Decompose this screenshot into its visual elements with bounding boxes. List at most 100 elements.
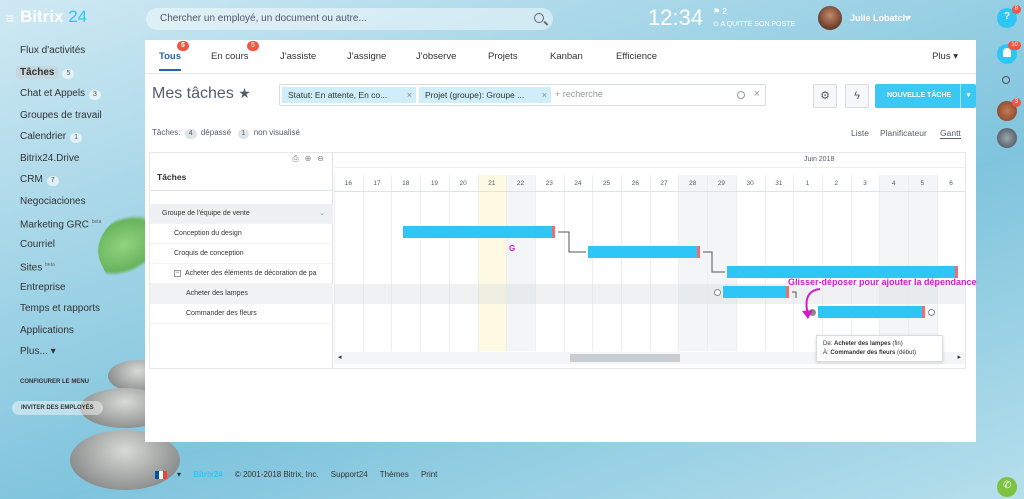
close-icon[interactable]: ×	[754, 88, 760, 100]
gantt-task-list: ⎙ ⊕ ⊖ Tâches Groupe de l'équipe de vente ⌄ …	[150, 153, 333, 368]
dependency-tooltip: De: Acheter des lampes (fin) À: Commande…	[816, 335, 943, 362]
search-icon[interactable]	[534, 13, 544, 23]
count-badge[interactable]: 1	[237, 129, 250, 139]
scroll-left-icon[interactable]: ◂	[338, 353, 342, 361]
app-logo[interactable]: Bitrix 24	[20, 7, 87, 27]
dependency-handle[interactable]	[714, 289, 721, 296]
themes-link[interactable]: Thèmes	[380, 470, 409, 479]
notification-badge: 10	[1008, 41, 1021, 50]
copyright-text: © 2001-2018 Bitrix, Inc.	[234, 470, 319, 479]
workday-status[interactable]: ⊙ A QUITTÉ SON POSTE	[713, 20, 795, 28]
sidebar-item-mail[interactable]: Courriel	[20, 234, 140, 256]
filter-search-box[interactable]: Statut: En attente, En co... × Projet (gr…	[279, 84, 766, 106]
sidebar-item-more[interactable]: Plus... ▾	[20, 341, 140, 363]
gantt-tools: ⎙ ⊕ ⊖	[286, 154, 324, 164]
chevron-down-icon[interactable]: ⌄	[319, 204, 325, 223]
global-search-input[interactable]: Chercher un employé, un document ou autr…	[146, 8, 553, 30]
count-badge: 3	[89, 90, 101, 100]
user-name[interactable]: Julie Lobatch	[850, 13, 908, 23]
search-icon[interactable]	[737, 91, 745, 99]
filter-chip-project[interactable]: Projet (groupe): Groupe ... ×	[419, 87, 551, 103]
filter-search-input[interactable]: + recherche	[555, 89, 603, 99]
scroll-right-icon[interactable]: ▸	[957, 353, 961, 361]
dependency-handle[interactable]	[928, 309, 935, 316]
gantt-column-header: Tâches	[150, 167, 333, 191]
tab-assisting[interactable]: J'assiste	[280, 51, 316, 62]
bell-icon[interactable]: 10	[997, 41, 1021, 64]
left-sidebar: Flux d'activités Tâches 5 Chat et Appels 3…	[16, 40, 140, 363]
search-icon[interactable]	[997, 72, 1017, 92]
gantt-task-row[interactable]: Commander des fleurs	[150, 304, 333, 324]
gantt-group-row[interactable]: Groupe de l'équipe de vente ⌄	[150, 204, 333, 224]
avatar[interactable]	[997, 128, 1017, 148]
sidebar-item-activity[interactable]: Flux d'activités	[20, 40, 140, 62]
sidebar-item-workgroups[interactable]: Groupes de travail	[20, 105, 140, 127]
task-counters: Tâches: 4 dépassé 1 non visualisé	[152, 128, 300, 139]
chevron-down-icon[interactable]: ▾	[907, 13, 911, 22]
print-link[interactable]: Print	[421, 470, 437, 479]
collapse-icon[interactable]: −	[174, 269, 181, 277]
gantt-task-row[interactable]: − Acheter des éléments de décoration de p…	[150, 264, 333, 284]
count-badge: 1	[70, 133, 83, 143]
user-avatar[interactable]	[818, 6, 842, 30]
count-badge[interactable]: 4	[184, 129, 197, 139]
gantt-task-row[interactable]: Acheter des lampes	[150, 284, 333, 304]
tab-projects[interactable]: Projets	[488, 51, 518, 62]
language-selector[interactable]: ▾	[155, 470, 181, 479]
count-badge: 5	[62, 68, 75, 79]
sidebar-item-crm[interactable]: CRM 7	[20, 169, 140, 191]
overdue-link[interactable]: dépassé	[201, 128, 231, 137]
chevron-down-icon[interactable]: ▾	[960, 84, 976, 108]
sidebar-item-applications[interactable]: Applications	[20, 320, 140, 342]
search-placeholder: Chercher un employé, un document ou autr…	[160, 13, 367, 24]
tab-all[interactable]: Tous 5	[159, 41, 189, 71]
gantt-task-row[interactable]: Croquis de conception	[150, 244, 333, 264]
clock[interactable]: 12:34	[648, 5, 703, 31]
count-badge: 7	[46, 176, 59, 186]
tab-assigned[interactable]: J'assigne	[347, 51, 386, 62]
sidebar-item-deals[interactable]: Negociaciones	[20, 191, 140, 213]
configure-menu-button[interactable]: CONFIGURER LE MENU	[20, 379, 89, 385]
gear-icon[interactable]: ⚙	[813, 84, 837, 108]
sidebar-item-sites[interactable]: Sites beta	[20, 255, 140, 277]
print-icon[interactable]: ⎙	[292, 154, 298, 163]
zoom-out-icon[interactable]: ⊖	[317, 154, 324, 163]
close-icon[interactable]: ×	[407, 87, 412, 103]
right-rail: ? 8 10 3 ✆	[990, 0, 1024, 499]
support-link[interactable]: Support24	[331, 470, 368, 479]
tab-in-progress[interactable]: En cours 5	[211, 41, 259, 62]
sidebar-item-tasks[interactable]: Tâches 5	[16, 62, 140, 84]
sidebar-item-chat[interactable]: Chat et Appels 3	[20, 83, 140, 105]
new-task-button[interactable]: NOUVELLE TÂCHE ▾	[875, 84, 976, 108]
tab-kanban[interactable]: Kanban	[550, 51, 583, 62]
gantt-task-row[interactable]: Conception du design	[150, 224, 333, 244]
zoom-in-icon[interactable]: ⊕	[305, 154, 312, 163]
scrollbar-thumb[interactable]	[570, 354, 680, 362]
notification-badge: 8	[1011, 5, 1021, 14]
avatar[interactable]: 3	[997, 98, 1021, 121]
hamburger-menu-icon[interactable]: ≡	[6, 10, 14, 26]
sidebar-item-marketing[interactable]: Marketing GRC beta	[20, 212, 140, 234]
sidebar-item-company[interactable]: Entreprise	[20, 277, 140, 299]
sidebar-item-calendar[interactable]: Calendrier 1	[20, 126, 140, 148]
view-planner[interactable]: Planificateur	[880, 128, 927, 138]
sidebar-item-time-reports[interactable]: Temps et rapports	[20, 298, 140, 320]
sidebar-item-drive[interactable]: Bitrix24.Drive	[20, 148, 140, 170]
tab-efficiency[interactable]: Efficience	[616, 51, 657, 62]
lightning-icon[interactable]: ϟ	[845, 84, 869, 108]
filter-chip-status[interactable]: Statut: En attente, En co... ×	[282, 87, 416, 103]
view-gantt[interactable]: Gantt	[940, 128, 961, 139]
flag-fr-icon	[155, 470, 167, 479]
phone-icon[interactable]: ✆	[997, 477, 1017, 497]
invite-employees-button[interactable]: INVITER DES EMPLOYÉS	[12, 401, 103, 415]
flag-count[interactable]: ⚑ 2	[713, 7, 727, 16]
unseen-link[interactable]: non visualisé	[254, 128, 300, 137]
view-list[interactable]: Liste	[851, 128, 869, 138]
tabs-more-button[interactable]: Plus ▾	[932, 51, 958, 62]
star-icon[interactable]: ★	[238, 85, 251, 101]
close-icon[interactable]: ×	[542, 87, 547, 103]
help-icon[interactable]: ? 8	[997, 5, 1021, 28]
tab-observing[interactable]: J'observe	[416, 51, 456, 62]
task-tabs: Tous 5 En cours 5 J'assiste J'assigne J'ob…	[145, 40, 976, 74]
footer-logo: Bitrix24	[193, 470, 223, 479]
